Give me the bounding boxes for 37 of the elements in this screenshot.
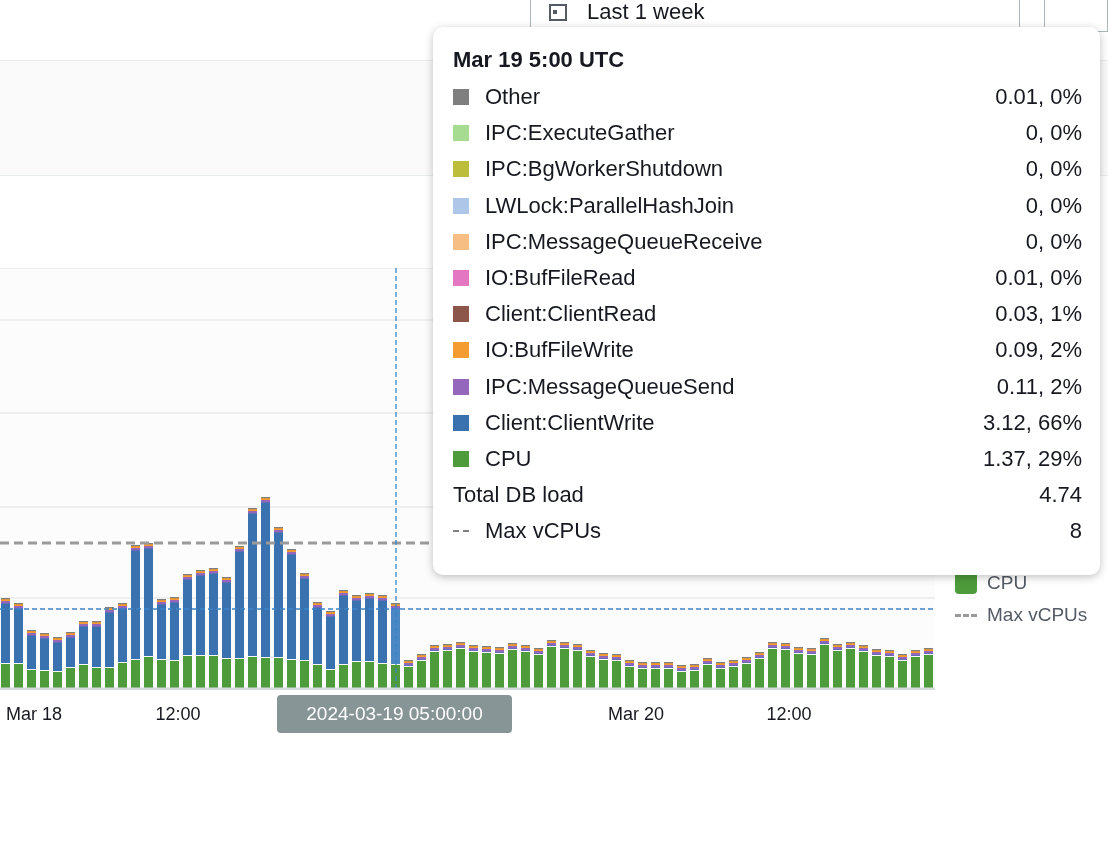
series-label: IPC:MessageQueueSend: [485, 373, 736, 400]
series-label: Other: [485, 84, 542, 111]
series-label: CPU: [485, 445, 533, 472]
axis-label: Mar 18: [6, 704, 62, 725]
series-value: 0, 0%: [1025, 120, 1082, 147]
axis-label: Mar 20: [608, 704, 664, 725]
series-value: 0, 0%: [1025, 192, 1082, 219]
series-value: 0, 0%: [1025, 156, 1082, 183]
series-value: 0, 0%: [1025, 228, 1082, 255]
series-value: 0.01, 0%: [995, 265, 1082, 292]
series-label: IPC:BgWorkerShutdown: [485, 156, 725, 183]
series-label: LWLock:ParallelHashJoin: [485, 192, 736, 219]
tooltip-title: Mar 19 5:00 UTC: [453, 47, 626, 73]
dashed-line-icon: [453, 530, 469, 533]
series-value: 1.37, 29%: [982, 445, 1082, 472]
series-value: 3.12, 66%: [982, 409, 1082, 436]
series-value: 4.74: [1039, 482, 1082, 509]
legend-label: Max vCPUs: [987, 604, 1088, 626]
series-value: 0.09, 2%: [995, 337, 1082, 364]
series-label: IPC:ExecuteGather: [485, 120, 676, 147]
series-value: 0.03, 1%: [995, 301, 1082, 328]
calendar-icon: [549, 3, 567, 21]
series-label: IO:BufFileRead: [485, 265, 637, 292]
axis-label: 12:00: [766, 704, 812, 725]
series-label: IPC:MessageQueueReceive: [485, 228, 764, 255]
dashed-line-icon: [955, 613, 977, 617]
series-label: Client:ClientWrite: [485, 409, 656, 436]
series-value: 0.01, 0%: [995, 84, 1082, 111]
hover-time-badge: 2024-03-19 05:00:00: [277, 695, 512, 733]
series-value: 0.11, 2%: [996, 373, 1082, 400]
series-label: Client:ClientRead: [485, 301, 658, 328]
series-label: IO:BufFileWrite: [485, 337, 635, 364]
axis-label: 12:00: [155, 704, 201, 725]
legend-label: CPU: [987, 572, 1028, 594]
series-value: 8: [1069, 518, 1082, 545]
series-label: Max vCPUs: [485, 518, 603, 545]
series-label: Total DB load: [453, 482, 585, 509]
